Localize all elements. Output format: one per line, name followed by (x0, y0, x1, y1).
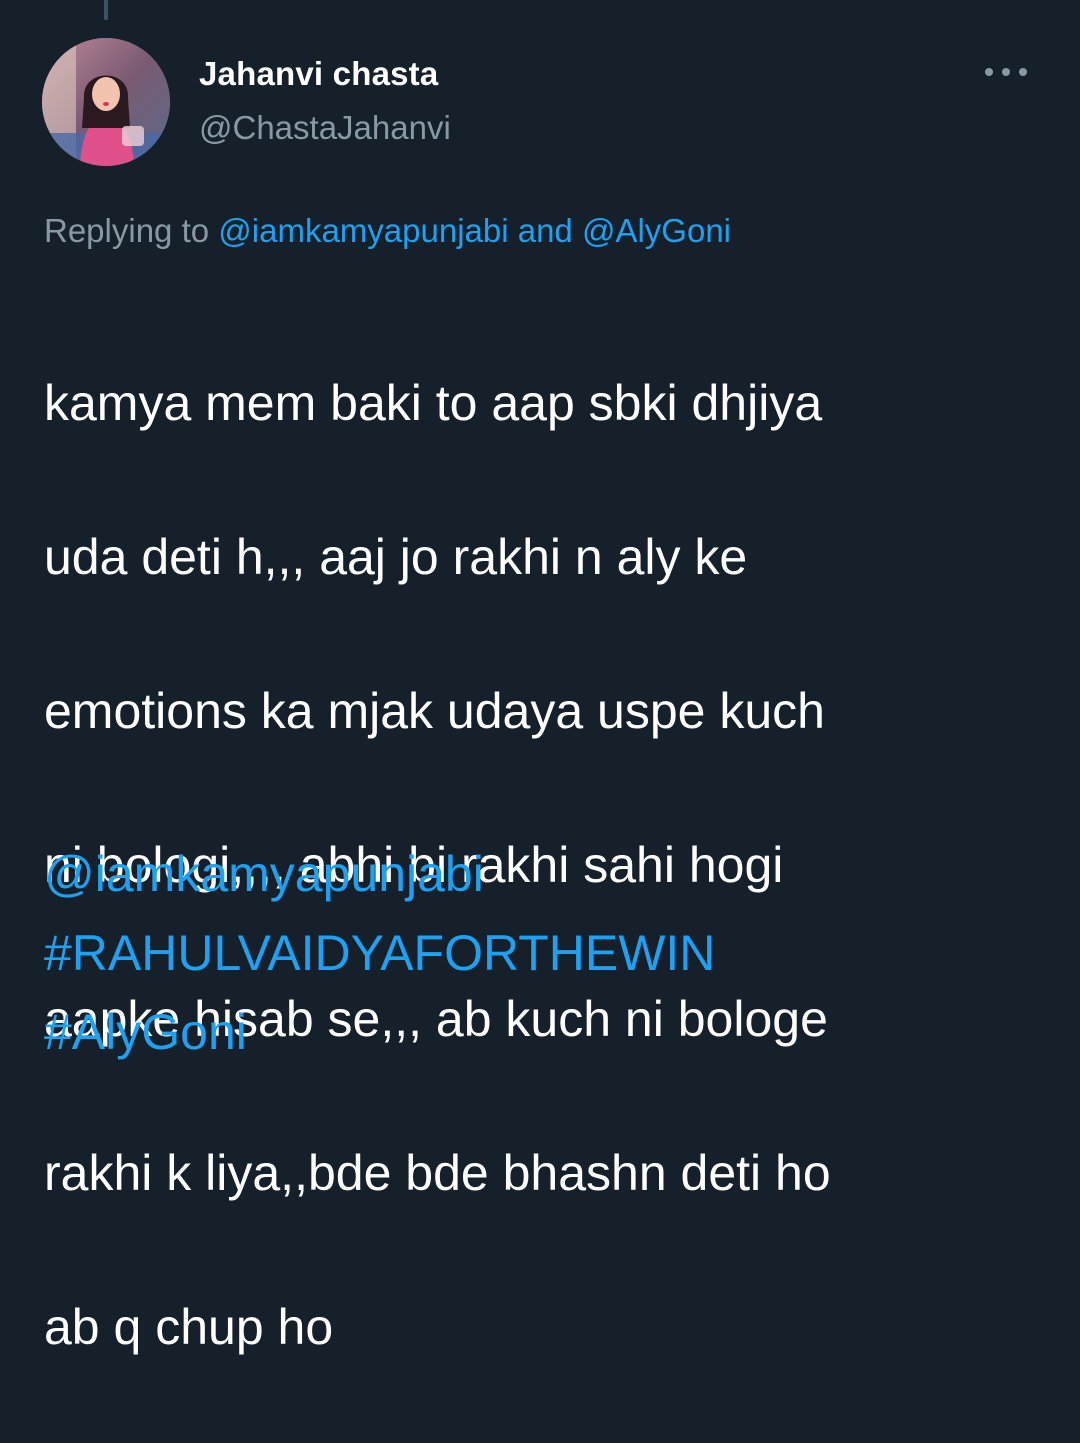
more-options-button[interactable] (978, 56, 1034, 88)
mention-link[interactable]: @iamkamyapunjabi (44, 835, 1054, 914)
tweet-header: Jahanvi chasta @ChastaJahanvi (42, 38, 1052, 168)
tweet-text-line: kamya mem baki to aap sbki dhjiya (44, 375, 823, 431)
tweet-links: @iamkamyapunjabi #RAHULVAIDYAFORTHEWIN #… (44, 835, 1054, 1072)
hashtag-link[interactable]: #AlyGoni (44, 993, 1054, 1072)
thread-connector-line (104, 0, 108, 20)
author-handle[interactable]: @ChastaJahanvi (199, 108, 451, 148)
reply-mention-link[interactable]: @iamkamyapunjabi (218, 212, 508, 249)
reply-mention-link[interactable]: @AlyGoni (582, 212, 731, 249)
hashtag-link[interactable]: #RAHULVAIDYAFORTHEWIN (44, 914, 1054, 993)
more-horizontal-icon (985, 68, 1027, 76)
reply-conjunction[interactable]: and (509, 212, 582, 249)
tweet-text-line: rakhi k liya,,bde bde bhashn deti ho (44, 1145, 831, 1201)
tweet-text-line: uda deti h,,, aaj jo rakhi n aly ke (44, 529, 748, 585)
tweet-text-line: emotions ka mjak udaya uspe kuch (44, 683, 825, 739)
tweet-text-line: ab q chup ho (44, 1299, 334, 1355)
profile-photo (42, 38, 170, 166)
avatar[interactable] (42, 38, 170, 166)
author-display-name[interactable]: Jahanvi chasta (199, 54, 451, 94)
replying-to: Replying to @iamkamyapunjabi and @AlyGon… (44, 210, 731, 252)
replying-to-prefix: Replying to (44, 212, 219, 249)
